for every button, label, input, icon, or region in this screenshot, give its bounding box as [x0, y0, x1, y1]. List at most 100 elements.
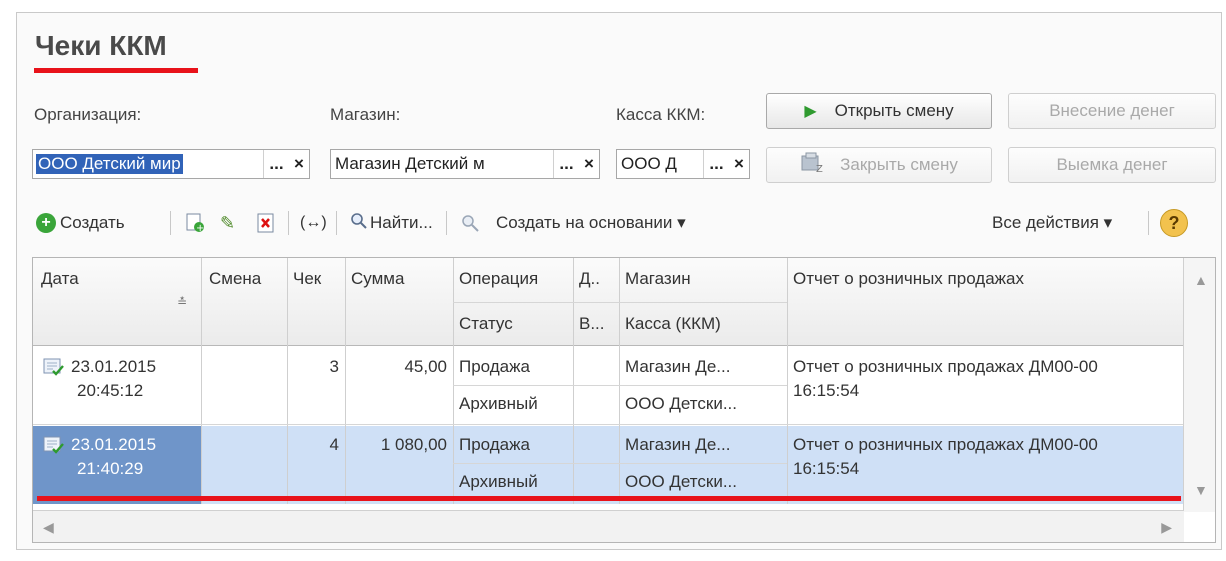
search-icon: [350, 212, 368, 235]
row-shift: [203, 352, 287, 382]
expand-icon: (↔): [300, 214, 327, 231]
clear-search-button[interactable]: [460, 205, 482, 241]
row-operation: Продажа: [459, 357, 530, 376]
row-check: 3: [329, 357, 339, 376]
column-divider: [287, 258, 288, 504]
scroll-down-icon[interactable]: ▼: [1194, 482, 1208, 498]
row-time: 20:45:12: [77, 381, 144, 400]
shop-clear-icon[interactable]: ×: [579, 150, 599, 178]
toolbar-separator: [288, 211, 289, 235]
header-check[interactable]: Чек: [287, 262, 345, 296]
org-value[interactable]: ООО Детский мир: [36, 154, 183, 174]
row-check: 4: [329, 435, 339, 454]
copy-button[interactable]: +: [184, 205, 206, 241]
row-status: Архивный: [459, 394, 538, 413]
column-divider: [453, 258, 454, 504]
delete-icon: [257, 213, 274, 233]
kassa-select-button[interactable]: ...: [703, 150, 729, 178]
kassa-field[interactable]: ООО Д ... ×: [616, 149, 750, 179]
row-sum: 1 080,00: [380, 435, 447, 454]
header-report[interactable]: Отчет о розничных продажах: [787, 262, 1183, 296]
header-operation[interactable]: Операция: [453, 262, 573, 296]
kassa-value[interactable]: ООО Д: [617, 154, 703, 174]
org-clear-icon[interactable]: ×: [289, 150, 309, 178]
toolbar-separator: [1148, 211, 1149, 235]
plus-icon: +: [36, 213, 56, 233]
svg-text:+: +: [196, 223, 204, 234]
highlight-underline: [37, 496, 1181, 501]
create-label: Создать: [60, 213, 125, 232]
scroll-right-icon[interactable]: ▶: [1161, 519, 1172, 536]
sort-icon: ≛: [177, 295, 188, 309]
row-time: 21:40:29: [77, 459, 144, 478]
kassa-label: Касса ККМ:: [616, 105, 706, 124]
header-kassa[interactable]: Касса (ККМ): [619, 306, 787, 342]
header-d[interactable]: Д..: [573, 262, 619, 296]
toolbar-separator: [170, 211, 171, 235]
horizontal-scrollbar[interactable]: ◀ ▶: [33, 510, 1184, 542]
kassa-clear-icon[interactable]: ×: [729, 150, 749, 178]
edit-button[interactable]: ✎: [220, 205, 235, 241]
all-actions-menu[interactable]: Все действия ▾: [992, 205, 1112, 241]
width-button[interactable]: (↔): [300, 205, 327, 241]
help-icon[interactable]: ?: [1160, 209, 1188, 237]
scroll-left-icon[interactable]: ◀: [43, 519, 54, 536]
header-sum[interactable]: Сумма: [345, 262, 453, 296]
close-shift-button[interactable]: Z Закрыть смену: [766, 147, 992, 183]
copy-icon: +: [186, 213, 204, 234]
column-divider: [619, 258, 620, 504]
row-date: 23.01.2015: [71, 435, 157, 454]
shop-label: Магазин:: [330, 105, 401, 124]
title-underline: [34, 68, 198, 73]
clear-search-icon: [462, 215, 479, 232]
org-select-button[interactable]: ...: [263, 150, 289, 178]
row-shop: Магазин Де...: [625, 435, 731, 454]
page-title: Чеки ККМ: [35, 30, 167, 61]
column-divider: [787, 258, 788, 504]
delete-button[interactable]: [256, 205, 276, 241]
close-shift-label: Закрыть смену: [840, 155, 958, 174]
header-date[interactable]: Дата: [35, 262, 155, 296]
scroll-up-icon[interactable]: ▲: [1194, 272, 1208, 288]
shop-field[interactable]: Магазин Детский м ... ×: [330, 149, 600, 179]
row-sum: 45,00: [404, 357, 447, 376]
toolbar-separator: [446, 211, 447, 235]
row-status: Архивный: [459, 472, 538, 491]
posted-document-icon: [43, 358, 64, 376]
pencil-icon: ✎: [220, 212, 236, 233]
row-kassa: ООО Детски...: [625, 472, 737, 491]
open-shift-button[interactable]: ▶ Открыть смену: [766, 93, 992, 129]
header-subdivider: [453, 302, 787, 303]
row-report-time: 16:15:54: [793, 381, 860, 400]
vertical-scrollbar[interactable]: ▲ ▼: [1183, 258, 1215, 512]
header-shift[interactable]: Смена: [203, 262, 287, 296]
row-kassa: ООО Детски...: [625, 394, 737, 413]
column-divider: [573, 258, 574, 504]
create-button[interactable]: + Создать: [36, 205, 125, 241]
find-button[interactable]: Найти...: [350, 205, 433, 241]
toolbar-separator: [336, 211, 337, 235]
row-date: 23.01.2015: [71, 357, 157, 376]
svg-text:Z: Z: [816, 164, 823, 174]
find-label: Найти...: [370, 213, 433, 232]
posted-document-icon: [43, 436, 64, 454]
header-shop[interactable]: Магазин: [619, 262, 787, 296]
row-divider: [33, 424, 1184, 425]
row-operation: Продажа: [459, 435, 530, 454]
open-shift-label: Открыть смену: [834, 101, 954, 120]
create-based-menu[interactable]: Создать на основании ▾: [496, 205, 686, 241]
checks-table: Дата ≛ Смена Чек Сумма Операция Статус Д…: [32, 257, 1216, 543]
close-shift-icon: Z: [800, 152, 824, 179]
header-v[interactable]: В...: [573, 306, 619, 342]
toolbar: + Создать + ✎ (↔) Найти... Создать на ос…: [36, 205, 1216, 241]
header-status[interactable]: Статус: [453, 306, 573, 342]
shop-value[interactable]: Магазин Детский м: [331, 154, 553, 174]
org-field[interactable]: ООО Детский мир ... ×: [32, 149, 310, 179]
play-icon: ▶: [804, 103, 817, 120]
row-shift: [203, 430, 287, 460]
deposit-button[interactable]: Внесение денег: [1008, 93, 1216, 129]
subrow-divider: [453, 385, 787, 386]
shop-select-button[interactable]: ...: [553, 150, 579, 178]
withdraw-button[interactable]: Выемка денег: [1008, 147, 1216, 183]
org-label: Организация:: [34, 105, 142, 124]
